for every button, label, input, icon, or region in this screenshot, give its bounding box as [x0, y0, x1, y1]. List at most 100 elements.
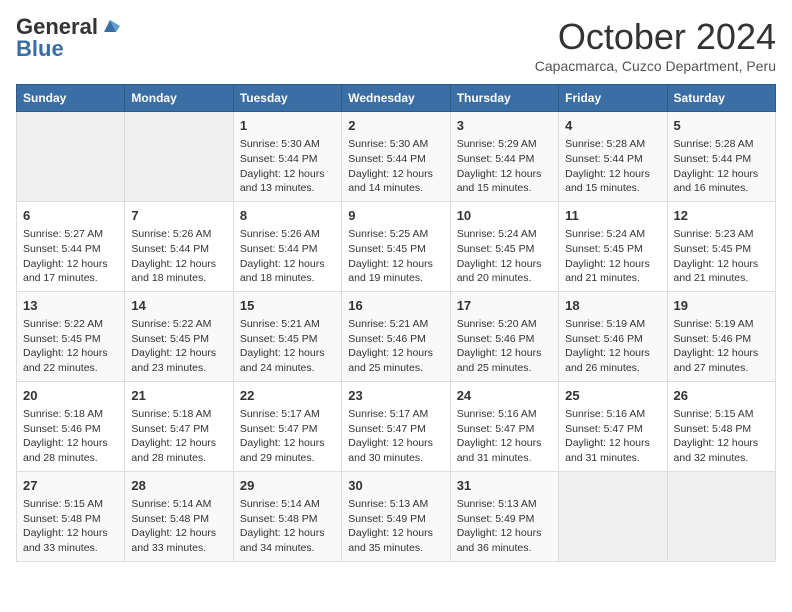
calendar-cell: 26 Sunrise: 5:15 AMSunset: 5:48 PMDayligh… [667, 381, 775, 471]
calendar-cell: 21 Sunrise: 5:18 AMSunset: 5:47 PMDayligh… [125, 381, 233, 471]
calendar-cell [17, 112, 125, 202]
day-info: Sunrise: 5:17 AMSunset: 5:47 PMDaylight:… [348, 407, 443, 466]
day-number: 17 [457, 297, 552, 315]
header-day-saturday: Saturday [667, 85, 775, 112]
day-number: 26 [674, 387, 769, 405]
header-day-monday: Monday [125, 85, 233, 112]
day-number: 11 [565, 207, 660, 225]
day-info: Sunrise: 5:22 AMSunset: 5:45 PMDaylight:… [131, 317, 226, 376]
day-info: Sunrise: 5:19 AMSunset: 5:46 PMDaylight:… [674, 317, 769, 376]
calendar-cell: 13Sunrise: 5:22 AMSunset: 5:45 PMDayligh… [17, 291, 125, 381]
calendar-cell: 17 Sunrise: 5:20 AMSunset: 5:46 PMDayligh… [450, 291, 558, 381]
day-number: 15 [240, 297, 335, 315]
calendar-cell: 11 Sunrise: 5:24 AMSunset: 5:45 PMDayligh… [559, 201, 667, 291]
day-info: Sunrise: 5:15 AMSunset: 5:48 PMDaylight:… [674, 407, 769, 466]
day-number: 18 [565, 297, 660, 315]
logo-icon [100, 16, 120, 36]
calendar-cell: 19 Sunrise: 5:19 AMSunset: 5:46 PMDayligh… [667, 291, 775, 381]
day-number: 8 [240, 207, 335, 225]
calendar-cell: 23Sunrise: 5:17 AMSunset: 5:47 PMDayligh… [342, 381, 450, 471]
day-info: Sunrise: 5:13 AMSunset: 5:49 PMDaylight:… [457, 497, 552, 556]
location-subtitle: Capacmarca, Cuzco Department, Peru [535, 58, 776, 74]
calendar-table: SundayMondayTuesdayWednesdayThursdayFrid… [16, 84, 776, 562]
day-number: 20 [23, 387, 118, 405]
day-number: 1 [240, 117, 335, 135]
header-day-wednesday: Wednesday [342, 85, 450, 112]
week-row-3: 20 Sunrise: 5:18 AMSunset: 5:46 PMDayligh… [17, 381, 776, 471]
day-info: Sunrise: 5:16 AMSunset: 5:47 PMDaylight:… [457, 407, 552, 466]
day-number: 3 [457, 117, 552, 135]
day-info: Sunrise: 5:28 AMSunset: 5:44 PMDaylight:… [674, 137, 769, 196]
day-info: Sunrise: 5:29 AMSunset: 5:44 PMDaylight:… [457, 137, 552, 196]
calendar-cell: 20 Sunrise: 5:18 AMSunset: 5:46 PMDayligh… [17, 381, 125, 471]
day-info: Sunrise: 5:20 AMSunset: 5:46 PMDaylight:… [457, 317, 552, 376]
day-info: Sunrise: 5:16 AMSunset: 5:47 PMDaylight:… [565, 407, 660, 466]
day-number: 10 [457, 207, 552, 225]
day-number: 4 [565, 117, 660, 135]
day-info: Sunrise: 5:30 AMSunset: 5:44 PMDaylight:… [240, 137, 335, 196]
calendar-cell: 7 Sunrise: 5:26 AMSunset: 5:44 PMDaylight… [125, 201, 233, 291]
day-number: 30 [348, 477, 443, 495]
day-info: Sunrise: 5:18 AMSunset: 5:47 PMDaylight:… [131, 407, 226, 466]
day-number: 19 [674, 297, 769, 315]
day-number: 28 [131, 477, 226, 495]
calendar-cell: 4 Sunrise: 5:28 AMSunset: 5:44 PMDaylight… [559, 112, 667, 202]
day-info: Sunrise: 5:25 AMSunset: 5:45 PMDaylight:… [348, 227, 443, 286]
logo: General Blue [16, 16, 120, 60]
calendar-cell: 6Sunrise: 5:27 AMSunset: 5:44 PMDaylight… [17, 201, 125, 291]
day-number: 14 [131, 297, 226, 315]
day-number: 16 [348, 297, 443, 315]
calendar-cell: 5Sunrise: 5:28 AMSunset: 5:44 PMDaylight… [667, 112, 775, 202]
week-row-2: 13 Sunrise: 5:22 AMSunset: 5:45 PMDayligh… [17, 291, 776, 381]
day-number: 12 [674, 207, 769, 225]
day-number: 6 [23, 207, 118, 225]
calendar-cell: 10 Sunrise: 5:24 AMSunset: 5:45 PMDayligh… [450, 201, 558, 291]
calendar-cell [667, 471, 775, 561]
title-block: October 2024 Capacmarca, Cuzco Departmen… [535, 16, 776, 74]
day-number: 7 [131, 207, 226, 225]
day-info: Sunrise: 5:28 AMSunset: 5:44 PMDaylight:… [565, 137, 660, 196]
day-info: Sunrise: 5:23 AMSunset: 5:45 PMDaylight:… [674, 227, 769, 286]
month-title: October 2024 [535, 16, 776, 58]
day-info: Sunrise: 5:24 AMSunset: 5:45 PMDaylight:… [457, 227, 552, 286]
day-info: Sunrise: 5:30 AMSunset: 5:44 PMDaylight:… [348, 137, 443, 196]
day-number: 31 [457, 477, 552, 495]
day-number: 27 [23, 477, 118, 495]
calendar-header: SundayMondayTuesdayWednesdayThursdayFrid… [17, 85, 776, 112]
calendar-cell: 18 Sunrise: 5:19 AMSunset: 5:46 PMDayligh… [559, 291, 667, 381]
week-row-0: 1 Sunrise: 5:30 AMSunset: 5:44 PMDaylight… [17, 112, 776, 202]
day-info: Sunrise: 5:26 AMSunset: 5:44 PMDaylight:… [240, 227, 335, 286]
day-number: 13 [23, 297, 118, 315]
calendar-cell [559, 471, 667, 561]
logo-blue-text: Blue [16, 38, 64, 60]
day-info: Sunrise: 5:26 AMSunset: 5:44 PMDaylight:… [131, 227, 226, 286]
day-number: 2 [348, 117, 443, 135]
calendar-cell: 3 Sunrise: 5:29 AMSunset: 5:44 PMDaylight… [450, 112, 558, 202]
calendar-cell [125, 112, 233, 202]
day-info: Sunrise: 5:13 AMSunset: 5:49 PMDaylight:… [348, 497, 443, 556]
day-number: 21 [131, 387, 226, 405]
header-day-thursday: Thursday [450, 85, 558, 112]
calendar-cell: 14 Sunrise: 5:22 AMSunset: 5:45 PMDayligh… [125, 291, 233, 381]
header-day-friday: Friday [559, 85, 667, 112]
calendar-cell: 15 Sunrise: 5:21 AMSunset: 5:45 PMDayligh… [233, 291, 341, 381]
day-number: 22 [240, 387, 335, 405]
header-day-sunday: Sunday [17, 85, 125, 112]
calendar-cell: 28Sunrise: 5:14 AMSunset: 5:48 PMDayligh… [125, 471, 233, 561]
day-info: Sunrise: 5:21 AMSunset: 5:45 PMDaylight:… [240, 317, 335, 376]
calendar-cell: 31 Sunrise: 5:13 AMSunset: 5:49 PMDayligh… [450, 471, 558, 561]
day-number: 25 [565, 387, 660, 405]
calendar-cell: 27Sunrise: 5:15 AMSunset: 5:48 PMDayligh… [17, 471, 125, 561]
day-number: 9 [348, 207, 443, 225]
page-header: General Blue October 2024 Capacmarca, Cu… [16, 16, 776, 74]
week-row-1: 6Sunrise: 5:27 AMSunset: 5:44 PMDaylight… [17, 201, 776, 291]
calendar-cell: 22Sunrise: 5:17 AMSunset: 5:47 PMDayligh… [233, 381, 341, 471]
day-info: Sunrise: 5:24 AMSunset: 5:45 PMDaylight:… [565, 227, 660, 286]
calendar-cell: 1 Sunrise: 5:30 AMSunset: 5:44 PMDaylight… [233, 112, 341, 202]
day-info: Sunrise: 5:14 AMSunset: 5:48 PMDaylight:… [240, 497, 335, 556]
day-info: Sunrise: 5:18 AMSunset: 5:46 PMDaylight:… [23, 407, 118, 466]
calendar-cell: 9 Sunrise: 5:25 AMSunset: 5:45 PMDaylight… [342, 201, 450, 291]
calendar-cell: 30 Sunrise: 5:13 AMSunset: 5:49 PMDayligh… [342, 471, 450, 561]
calendar-cell: 2 Sunrise: 5:30 AMSunset: 5:44 PMDaylight… [342, 112, 450, 202]
day-info: Sunrise: 5:19 AMSunset: 5:46 PMDaylight:… [565, 317, 660, 376]
